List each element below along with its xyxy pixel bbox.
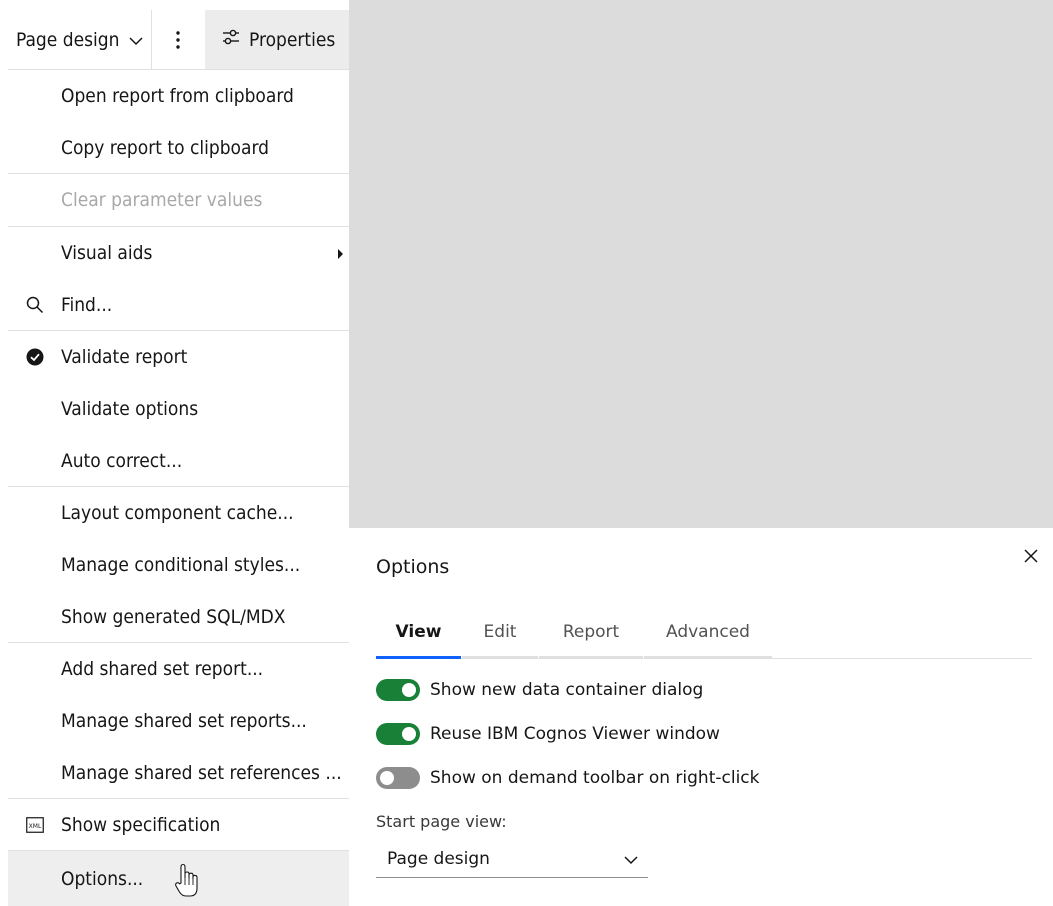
search-icon <box>25 295 45 315</box>
menu-item-manage-conditional-styles[interactable]: Manage conditional styles... <box>8 539 349 591</box>
menu-item-show-generated-sql-mdx[interactable]: Show generated SQL/MDX <box>8 591 349 643</box>
chevron-down-icon <box>129 29 143 51</box>
properties-label: Properties <box>249 28 336 51</box>
menu-item-label: Manage shared set reports... <box>61 710 307 732</box>
toggle-label: Reuse IBM Cognos Viewer window <box>430 724 720 744</box>
menu-item-label: Auto correct... <box>61 450 183 472</box>
tab-label: View <box>395 622 442 642</box>
view-selector-label: Page design <box>16 28 120 51</box>
menu-item-label: Manage shared set references ... <box>61 762 342 784</box>
menu-item-visual-aids[interactable]: Visual aids <box>8 227 349 279</box>
menu-item-label: Manage conditional styles... <box>61 554 301 576</box>
menu-item-label: Show specification <box>61 814 221 836</box>
menu-item-label: Validate options <box>61 398 199 420</box>
tab-label: Edit <box>483 622 517 642</box>
caret-right-icon <box>338 249 343 259</box>
tab-advanced[interactable]: Advanced <box>644 608 772 658</box>
menu-item-clear-parameter-values: Clear parameter values <box>8 174 349 226</box>
toggle-label: Show on demand toolbar on right-click <box>430 768 760 788</box>
toggle-show-new-data-container-dialog[interactable] <box>376 679 420 701</box>
menu-item-label: Show generated SQL/MDX <box>61 606 286 628</box>
menu-item-show-specification[interactable]: XML Show specification <box>8 799 349 851</box>
menu-item-label: Options... <box>61 867 144 890</box>
tab-view[interactable]: View <box>376 608 461 659</box>
menu-item-label: Clear parameter values <box>61 189 263 211</box>
xml-icon: XML <box>25 815 45 835</box>
close-icon[interactable] <box>1021 546 1041 566</box>
toggle-show-on-demand-toolbar[interactable] <box>376 767 420 789</box>
dialog-title: Options <box>376 556 450 578</box>
backdrop <box>349 0 1053 528</box>
toggle-label: Show new data container dialog <box>430 680 704 700</box>
menu-item-label: Visual aids <box>61 242 153 264</box>
menu-item-auto-correct[interactable]: Auto correct... <box>8 435 349 487</box>
menu-item-label: Copy report to clipboard <box>61 137 270 159</box>
menu-item-manage-shared-set-references[interactable]: Manage shared set references ... <box>8 747 349 799</box>
start-page-view-label: Start page view: <box>376 812 507 831</box>
menu-item-label: Find... <box>61 294 113 316</box>
hand-cursor-icon <box>175 863 198 897</box>
menu-item-label: Open report from clipboard <box>61 85 294 107</box>
chevron-down-icon <box>624 850 638 870</box>
start-page-view-select[interactable]: Page design <box>376 840 648 878</box>
tab-edit[interactable]: Edit <box>462 608 538 658</box>
toolbar: Page design Properties <box>8 10 349 70</box>
svg-text:XML: XML <box>29 823 42 830</box>
menu-item-manage-shared-set-reports[interactable]: Manage shared set reports... <box>8 695 349 747</box>
menu-item-label: Add shared set report... <box>61 658 264 680</box>
properties-button[interactable]: Properties <box>205 10 349 69</box>
menu-item-validate-options[interactable]: Validate options <box>8 383 349 435</box>
toggle-row-show-new-data-container-dialog: Show new data container dialog <box>376 675 703 705</box>
menu-item-label: Layout component cache... <box>61 502 294 524</box>
toggle-row-show-on-demand-toolbar: Show on demand toolbar on right-click <box>376 763 759 793</box>
menu-item-add-shared-set-report[interactable]: Add shared set report... <box>8 643 349 695</box>
toggle-row-reuse-viewer-window: Reuse IBM Cognos Viewer window <box>376 719 720 749</box>
tab-label: Report <box>562 622 620 642</box>
view-selector[interactable]: Page design <box>8 10 152 69</box>
menu-item-open-report-from-clipboard[interactable]: Open report from clipboard <box>8 70 349 122</box>
menu-item-label: Validate report <box>61 346 188 368</box>
options-dialog: Options View Edit Report Advanced Show n… <box>349 528 1053 906</box>
settings-adjust-icon <box>221 27 249 52</box>
overflow-menu-vertical-icon[interactable] <box>152 10 204 69</box>
checkmark-filled-icon <box>25 347 45 367</box>
overflow-menu: Open report from clipboard Copy report t… <box>8 70 349 906</box>
toggle-reuse-viewer-window[interactable] <box>376 723 420 745</box>
tab-report[interactable]: Report <box>539 608 643 658</box>
tab-list: View Edit Report Advanced <box>376 608 1032 659</box>
select-value: Page design <box>387 848 490 869</box>
tab-label: Advanced <box>666 622 750 642</box>
menu-item-layout-component-cache[interactable]: Layout component cache... <box>8 487 349 539</box>
menu-item-copy-report-to-clipboard[interactable]: Copy report to clipboard <box>8 122 349 174</box>
menu-item-find[interactable]: Find... <box>8 279 349 331</box>
menu-item-validate-report[interactable]: Validate report <box>8 331 349 383</box>
